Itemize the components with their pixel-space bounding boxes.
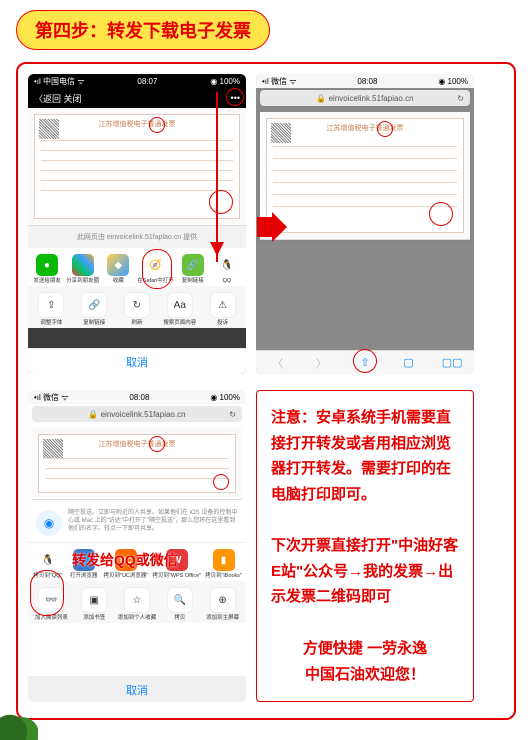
link-icon[interactable]: 🔗 xyxy=(81,292,107,318)
airdrop-text: 隔空投送。立即与附近的人共享。如果他们在 iOS 设备的控制中心或 Mac 上的… xyxy=(68,510,238,533)
nav-bar: 〈返回 关闭 ••• xyxy=(28,88,246,108)
note-p3a: 方便快捷 一劳永逸 xyxy=(271,636,459,662)
bookmarks-icon[interactable]: ▢ xyxy=(403,357,415,369)
reload-icon[interactable]: ↻ xyxy=(457,94,464,103)
highlight-more-button xyxy=(226,88,244,106)
url-bar[interactable]: 🔒 einvoicelink.51fapiao.cn ↻ xyxy=(32,406,242,422)
back-icon[interactable]: 〈 xyxy=(272,357,284,369)
highlight-safari xyxy=(142,249,172,289)
invoice-preview: 江苏增值税电子普通发票 xyxy=(260,112,470,240)
url-bar[interactable]: 🔒 einvoicelink.51fapiao.cn ↻ xyxy=(260,90,470,106)
search-icon[interactable]: Aa xyxy=(167,292,193,318)
forward-icon[interactable]: 〉 xyxy=(315,357,327,369)
highlight-qq xyxy=(30,570,64,616)
carrier: •ıl 微信 ᯤ xyxy=(34,392,69,403)
refresh-icon[interactable]: ↻ xyxy=(124,292,150,318)
note-p2: 下次开票直接打开"中油好客E站"公众号→我的发票→出示发票二维码即可 xyxy=(271,533,459,610)
invoice-preview: 江苏增值税电子普通发票 xyxy=(28,108,246,226)
arrow-down-icon xyxy=(216,92,218,262)
grass-decoration xyxy=(0,700,38,740)
battery: ◉ 100% xyxy=(210,77,240,86)
cancel-button[interactable]: 取消 xyxy=(28,676,246,702)
battery: ◉ 100% xyxy=(210,393,240,402)
status-bar: •ıl 微信 ᯤ 08:08 ◉ 100% xyxy=(256,74,474,88)
homescreen-icon[interactable]: ⊕ xyxy=(210,587,236,613)
ibooks-icon[interactable]: ▮ xyxy=(213,549,235,571)
favorite-icon[interactable]: ☆ xyxy=(124,587,150,613)
phone-wechat-share: •ıl 中国电信 ᯤ 08:07 ◉ 100% 〈返回 关闭 ••• 江苏增值税… xyxy=(28,74,246,374)
report-icon[interactable]: ⚠ xyxy=(210,292,236,318)
carrier: •ıl 微信 ᯤ xyxy=(262,76,297,87)
qq-icon[interactable]: 🐧 xyxy=(37,549,59,571)
status-bar: •ıl 中国电信 ᯤ 08:07 ◉ 100% xyxy=(28,74,246,88)
battery: ◉ 100% xyxy=(438,77,468,86)
share-actions-row: ⇪调整字体 🔗复制链接 ↻刷新 Aa搜索页面内容 ⚠投诉 xyxy=(28,286,246,328)
phone-safari-toolbar: •ıl 微信 ᯤ 08:08 ◉ 100% 🔒 einvoicelink.51f… xyxy=(256,74,474,374)
airdrop-row: ◉ 隔空投送。立即与附近的人共享。如果他们在 iOS 设备的控制中心或 Mac … xyxy=(28,504,246,542)
instruction-panel: •ıl 中国电信 ᯤ 08:07 ◉ 100% 〈返回 关闭 ••• 江苏增值税… xyxy=(16,62,516,720)
cancel-button[interactable]: 取消 xyxy=(28,348,246,374)
clock: 08:07 xyxy=(137,77,157,86)
status-bar: •ıl 微信 ᯤ 08:08 ◉ 100% xyxy=(28,390,246,404)
clock: 08:08 xyxy=(357,77,377,86)
font-icon[interactable]: ⇪ xyxy=(38,292,64,318)
note-box: 注意：安卓系统手机需要直接打开转发或者用相应浏览器打开转发。需要打印的在电脑打印… xyxy=(256,390,474,702)
bookmark-icon[interactable]: ▣ xyxy=(81,587,107,613)
step-title: 第四步：转发下载电子发票 xyxy=(16,10,270,50)
highlight-share-button xyxy=(353,349,377,373)
arrow-right-icon xyxy=(257,212,287,242)
note-p1: 注意：安卓系统手机需要直接打开转发或者用相应浏览器打开转发。需要打印的在电脑打印… xyxy=(271,405,459,507)
reload-icon[interactable]: ↻ xyxy=(229,410,236,419)
carrier: •ıl 中国电信 ᯤ xyxy=(34,76,85,87)
invoice-preview: 江苏增值税电子普通发票 xyxy=(32,428,242,500)
overlay-instruction: 转发给QQ或微信 xyxy=(72,550,178,570)
tabs-icon[interactable]: ▢▢ xyxy=(446,357,458,369)
back-button[interactable]: 〈返回 关闭 xyxy=(34,92,82,105)
note-p3b: 中国石油欢迎您！ xyxy=(271,662,459,688)
copy-icon[interactable]: 🔍 xyxy=(167,587,193,613)
phone-safari-share: •ıl 微信 ᯤ 08:08 ◉ 100% 🔒 einvoicelink.51f… xyxy=(28,390,246,702)
clock: 08:08 xyxy=(129,393,149,402)
airdrop-icon: ◉ xyxy=(36,510,62,536)
